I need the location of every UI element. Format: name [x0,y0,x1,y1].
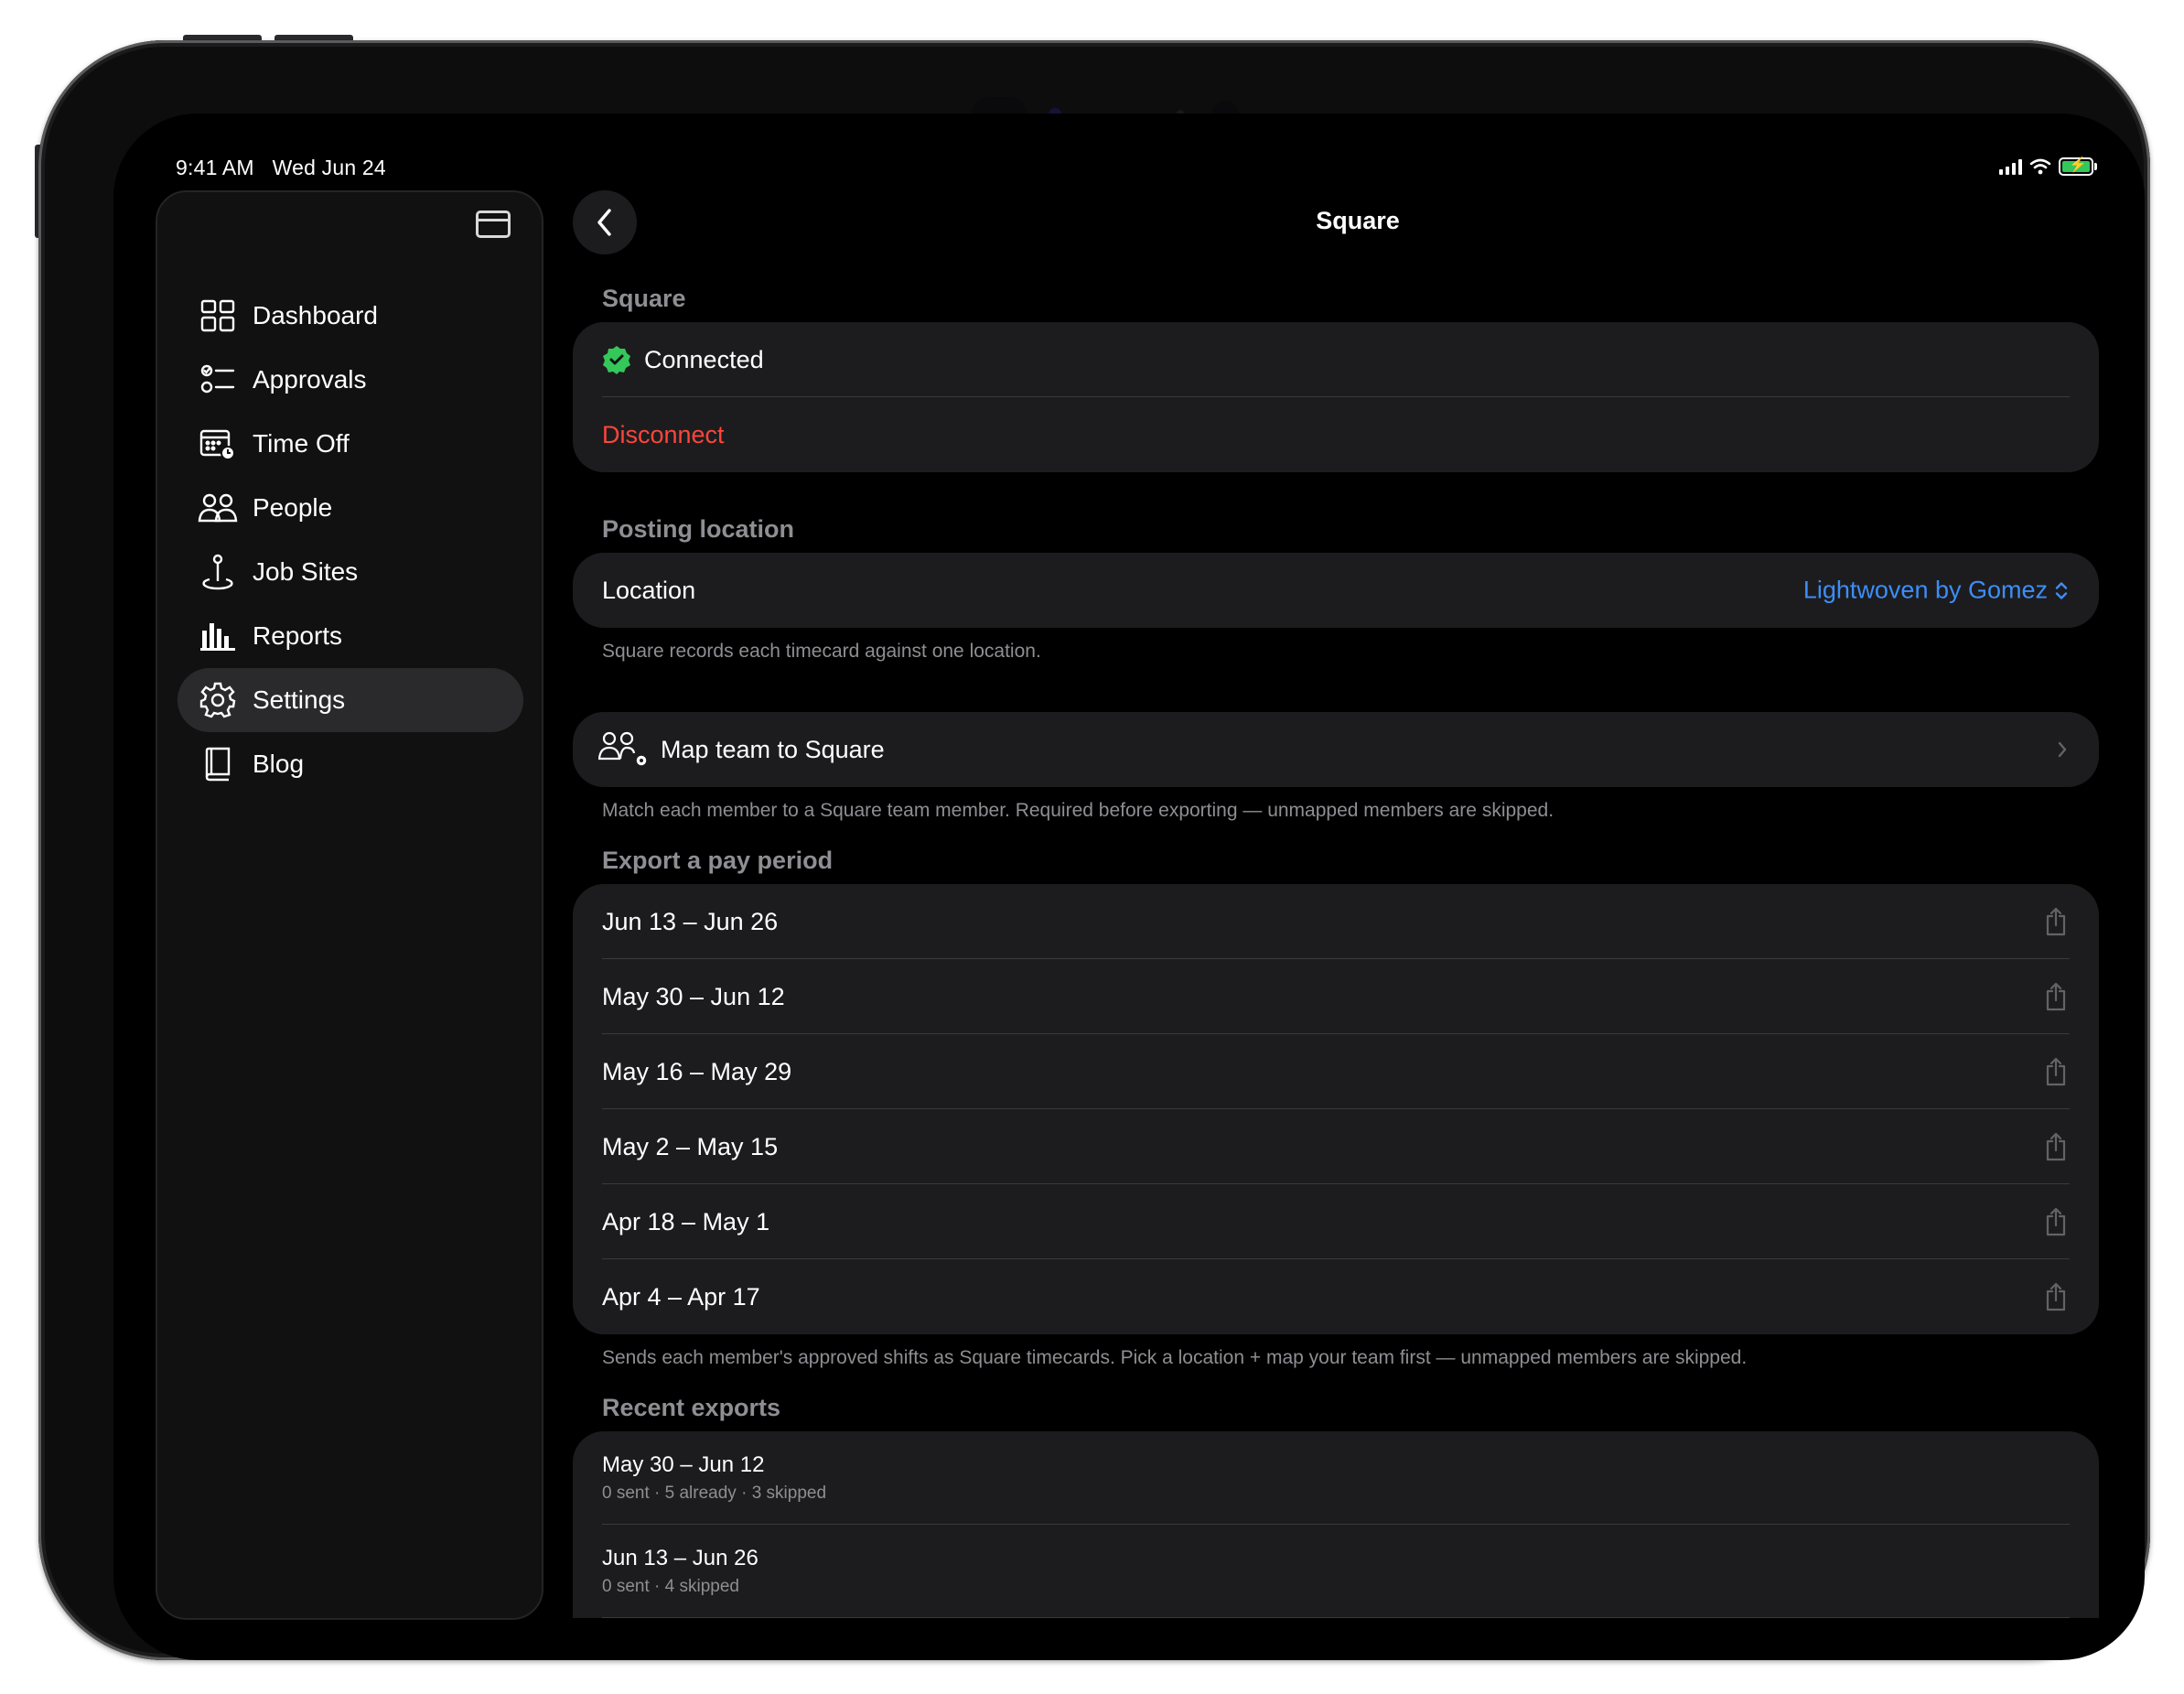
sidebar-item-label: Job Sites [253,557,359,586]
section-header-posting-location: Posting location [602,515,795,543]
pay-period-label: Jun 13 – Jun 26 [602,907,779,935]
disconnect-row[interactable]: Disconnect [573,397,2099,472]
sidebar-item-approvals[interactable]: Approvals [178,348,523,412]
share-export-icon[interactable] [2044,1207,2068,1236]
map-team-label: Map team to Square [661,735,885,763]
location-label: Location [602,576,696,604]
scroll-corner-indicator [2100,1615,2139,1655]
location-select[interactable]: Lightwoven by Gomez [1803,577,2068,605]
pay-period-row[interactable]: Jun 13 – Jun 26 [573,884,2099,959]
recent-export-detail: 0 sent · 5 already · 3 skipped [602,1484,827,1503]
section-header-export: Export a pay period [602,847,834,874]
share-export-icon[interactable] [2044,1057,2068,1086]
section-header-recent-exports: Recent exports [602,1394,781,1421]
location-value: Lightwoven by Gomez [1802,576,2048,604]
verified-check-icon [603,346,630,374]
sidebar-item-label: Blog [253,750,305,778]
sidebar-item-blog[interactable]: Blog [178,732,523,796]
sidebar-item-label: Dashboard [253,301,378,329]
sidebar-item-job-sites[interactable]: Job Sites [178,540,523,604]
recent-exports-group: May 30 – Jun 12 0 sent · 5 already · 3 s… [573,1431,2099,1618]
status-indicators: ⚡ [1999,157,2097,176]
map-team-row[interactable]: Map team to Square [573,712,2099,787]
pay-period-label: Apr 18 – May 1 [602,1207,770,1235]
sidebar-item-reports[interactable]: Reports [178,604,523,668]
people-icon [198,488,238,528]
sidebar-nav: Dashboard Approvals Time Off People Job … [178,284,523,796]
export-periods-group: Jun 13 – Jun 26 May 30 – Jun 12 May 16 –… [573,884,2099,1334]
pay-period-row[interactable]: May 16 – May 29 [573,1034,2099,1109]
people-settings-icon [598,731,648,767]
share-export-icon[interactable] [2044,1132,2068,1161]
map-team-group: Map team to Square [573,712,2099,787]
sidebar-item-label: People [253,493,333,522]
screen: 9:41 AM Wed Jun 24 ⚡ Dashboard Approvals… [113,113,2145,1660]
posting-location-group: Location Lightwoven by Gomez [573,553,2099,628]
wifi-icon [2029,158,2051,175]
page-title: Square [1316,207,1400,234]
status-date: Wed Jun 24 [272,156,386,179]
pay-period-row[interactable]: Apr 18 – May 1 [573,1184,2099,1259]
recent-export-period: Jun 13 – Jun 26 [602,1546,758,1570]
export-footer: Sends each member's approved shifts as S… [602,1347,1748,1368]
sidebar-item-settings[interactable]: Settings [178,668,523,732]
pay-period-label: May 2 – May 15 [602,1132,779,1160]
share-export-icon[interactable] [2044,982,2068,1011]
sidebar-item-time-off[interactable]: Time Off [178,412,523,476]
recent-export-row[interactable]: Jun 13 – Jun 26 0 sent · 4 skipped [573,1525,2099,1618]
chevron-up-down-icon [2055,581,2068,599]
sidebar-item-people[interactable]: People [178,476,523,540]
sidebar-toggle-icon[interactable] [476,210,511,238]
share-export-icon[interactable] [2044,907,2068,936]
pay-period-label: Apr 4 – Apr 17 [602,1282,760,1311]
map-team-footer: Match each member to a Square team membe… [602,800,1555,821]
calendar-clock-icon [198,424,238,464]
sidebar-item-label: Reports [253,621,343,650]
recent-export-period: May 30 – Jun 12 [602,1452,765,1477]
gear-icon [198,680,238,720]
dashboard-grid-icon [198,296,238,336]
chevron-right-icon [2058,741,2067,758]
location-picker-row[interactable]: Location Lightwoven by Gomez [573,553,2099,628]
share-export-icon[interactable] [2044,1282,2068,1311]
posting-location-footer: Square records each timecard against one… [602,641,1041,662]
map-pin-icon [198,552,238,592]
sidebar-item-label: Settings [253,685,346,714]
recent-export-row[interactable]: May 30 – Jun 12 0 sent · 5 already · 3 s… [573,1431,2099,1525]
recent-export-detail: 0 sent · 4 skipped [602,1577,739,1596]
sidebar-item-label: Time Off [253,429,350,458]
bar-chart-icon [198,616,238,656]
connection-status: Connected [644,345,764,373]
section-header-square: Square [602,285,686,312]
pay-period-row[interactable]: May 30 – Jun 12 [573,959,2099,1034]
status-clock: 9:41 AM [176,156,254,179]
approvals-checklist-icon [198,360,238,400]
connection-group: Connected Disconnect [573,322,2099,472]
sidebar: Dashboard Approvals Time Off People Job … [156,190,543,1620]
disconnect-button[interactable]: Disconnect [602,421,725,449]
status-time: 9:41 AM Wed Jun 24 [176,156,386,180]
pay-period-label: May 16 – May 29 [602,1057,792,1085]
pay-period-label: May 30 – Jun 12 [602,982,785,1010]
pay-period-row[interactable]: Apr 4 – Apr 17 [573,1259,2099,1334]
cellular-signal-icon [1999,158,2022,175]
device-bezel: 9:41 AM Wed Jun 24 ⚡ Dashboard Approvals… [38,40,2150,1660]
sidebar-item-dashboard[interactable]: Dashboard [178,284,523,348]
book-icon [198,744,238,784]
settings-content: Square Connected Disconnect Posting loca… [573,278,2099,1618]
sidebar-item-label: Approvals [253,365,367,394]
pay-period-row[interactable]: May 2 – May 15 [573,1109,2099,1184]
battery-charging-icon: ⚡ [2059,157,2097,176]
connection-status-row: Connected [573,322,2099,397]
